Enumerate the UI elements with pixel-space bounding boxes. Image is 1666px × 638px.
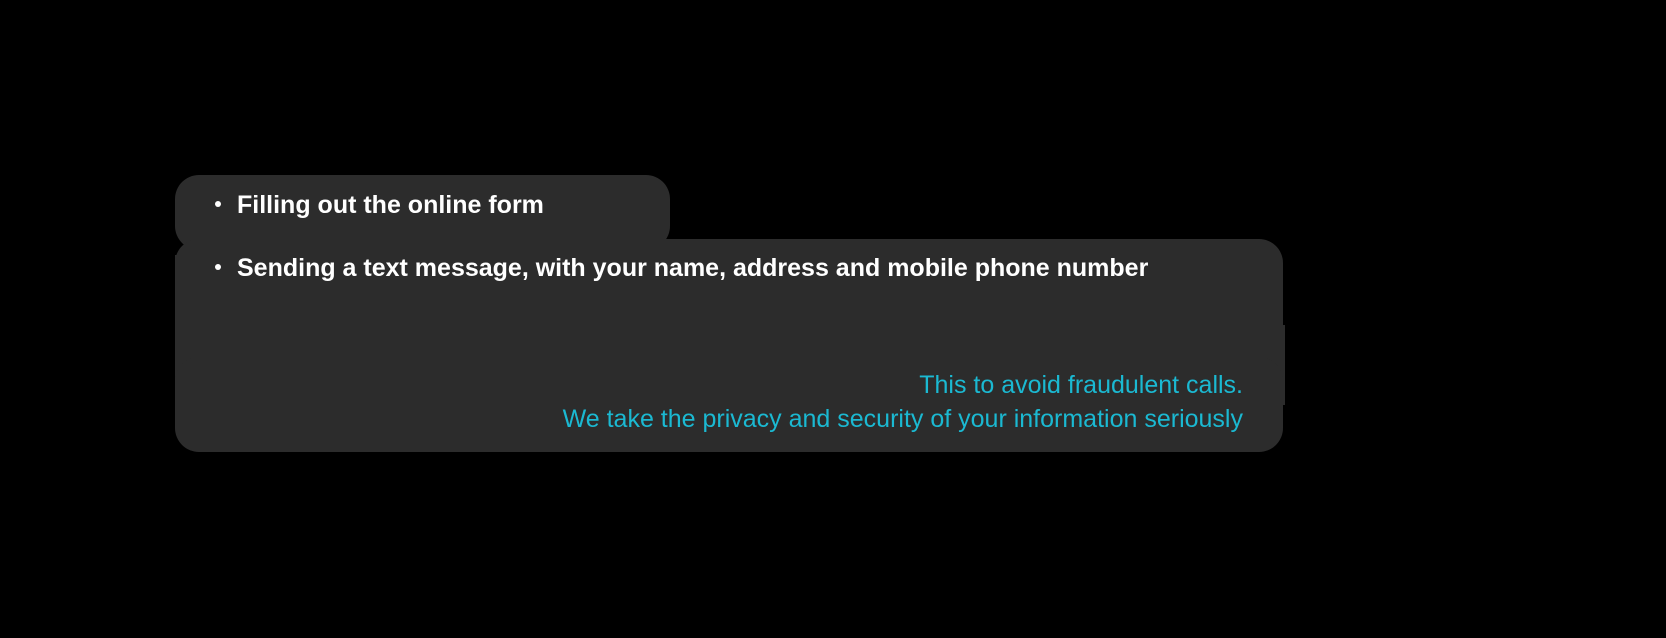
bullet-icon: [215, 201, 221, 207]
list-item: Filling out the online form: [215, 189, 1245, 222]
list-item-text: Sending a text message, with your name, …: [237, 252, 1245, 285]
list-item: Sending a text message, with your name, …: [215, 252, 1245, 285]
bullet-icon: [215, 264, 221, 270]
privacy-notice: This to avoid fraudulent calls. We take …: [175, 369, 1283, 437]
notice-line: This to avoid fraudulent calls.: [175, 369, 1243, 403]
bullet-list: Filling out the online form Sending a te…: [215, 189, 1245, 284]
notice-line: We take the privacy and security of your…: [175, 403, 1243, 437]
list-item-text: Filling out the online form: [237, 189, 1245, 222]
